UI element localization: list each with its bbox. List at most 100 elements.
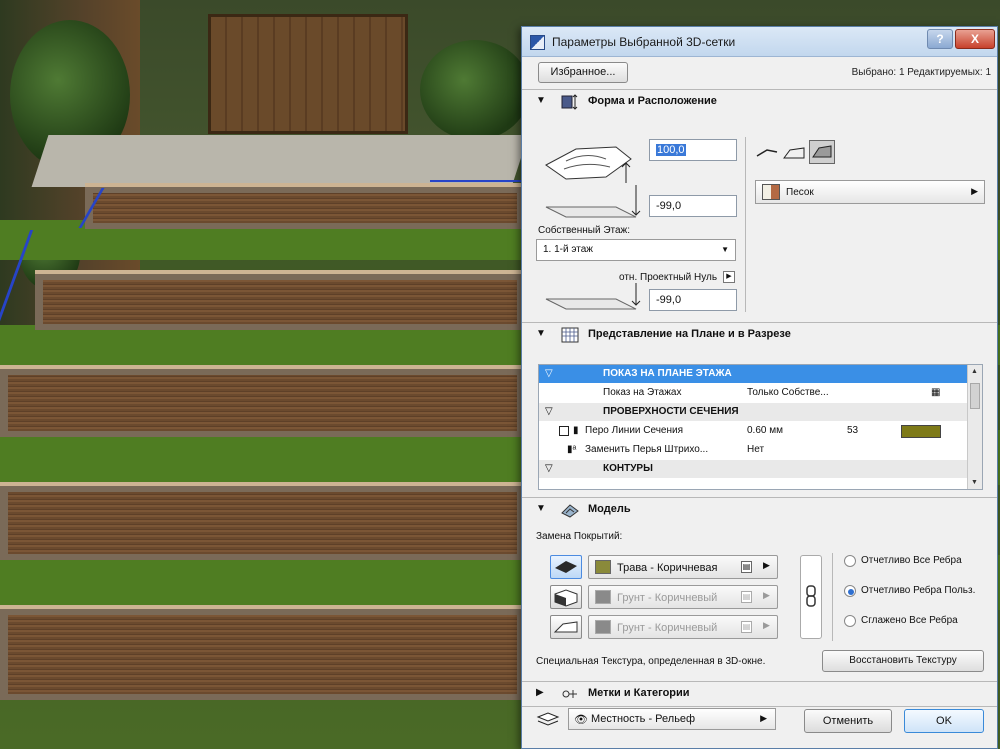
expand-triangle-icon: ▽ xyxy=(545,463,553,474)
favorites-row: Избранное... Выбрано: 1 Редактируемых: 1 xyxy=(522,59,997,85)
scroll-down-icon[interactable]: ▼ xyxy=(971,479,978,486)
grass-swatch-icon xyxy=(595,560,611,574)
side-surface-button[interactable] xyxy=(550,585,582,609)
reference-level-diagram-icon xyxy=(545,283,641,310)
tags-icon xyxy=(562,690,577,698)
mesh-open-icon[interactable] xyxy=(782,142,806,162)
section-model-title: Модель xyxy=(588,503,631,515)
pen-color-swatch[interactable] xyxy=(901,425,941,438)
pen-override-icon: ▮ᵃ xyxy=(567,444,577,455)
top-surface-button[interactable] xyxy=(550,555,582,579)
radio-dot[interactable] xyxy=(844,555,856,567)
radio-dot[interactable] xyxy=(844,615,856,627)
texture-note: Специальная Текстура, определенная в 3D-… xyxy=(536,656,766,667)
garden-bed xyxy=(0,482,525,560)
mesh-height-input[interactable]: 100,0 xyxy=(649,139,737,161)
section-tags-header[interactable]: ▶ Метки и Категории xyxy=(522,681,997,705)
home-story-label: Собственный Этаж: xyxy=(538,225,631,236)
home-story-dropdown[interactable]: 1. 1-й этаж ▼ xyxy=(536,239,736,261)
side-surface-material[interactable]: Грунт - Коричневый ▤ ▶ xyxy=(588,585,778,609)
radio-label: Отчетливо Ребра Польз. xyxy=(861,585,976,596)
radio-label: Сглажено Все Ребра xyxy=(861,615,958,626)
submenu-arrow-icon: ▶ xyxy=(760,713,767,723)
story-display-icon: ▦ xyxy=(931,387,941,398)
bottom-surface-button[interactable] xyxy=(550,615,582,639)
layer-dropdown[interactable]: 👁 Местность - Рельеф ▶ xyxy=(568,708,776,730)
table-row[interactable]: ▮ᵃ Заменить Перья Штрихо... Нет xyxy=(539,441,969,459)
row-value: 0.60 мм xyxy=(747,425,783,436)
section-model-header[interactable]: ▼ Модель xyxy=(522,497,997,521)
chain-link-toggle[interactable] xyxy=(800,555,822,639)
row-value: Только Собстве... xyxy=(747,387,829,398)
table-row[interactable]: ▮ Перо Линии Сечения 0.60 мм 53 xyxy=(539,422,969,440)
mesh-material-picker[interactable]: Песок ▶ xyxy=(755,180,985,204)
expand-triangle-icon[interactable]: ▶ xyxy=(536,687,544,698)
mesh-shape-icon xyxy=(561,94,578,110)
row-name: ПРОВЕРХНОСТИ СЕЧЕНИЯ xyxy=(603,406,739,417)
material-name: Грунт - Коричневый xyxy=(617,622,718,634)
reference-selector-arrow-icon[interactable]: ▶ xyxy=(723,271,735,283)
section-plan-header[interactable]: ▼ Представление на Плане и в Разрезе xyxy=(522,322,997,346)
row-value: Нет xyxy=(747,444,765,455)
pen-icon: ▮ xyxy=(573,425,579,436)
close-button[interactable]: X xyxy=(955,29,995,49)
override-surfaces-label: Замена Покрытий: xyxy=(536,531,623,542)
row-extra: 53 xyxy=(847,425,859,436)
section-shape-header[interactable]: ▼ Форма и Расположение xyxy=(522,89,997,113)
radio-dot[interactable] xyxy=(844,585,856,597)
soil-swatch-icon xyxy=(595,620,611,634)
top-surface-material[interactable]: Трава - Коричневая ▤ ▶ xyxy=(588,555,778,579)
row-name: Показ на Этажах xyxy=(603,387,682,398)
garden-bed xyxy=(85,183,525,229)
help-button[interactable]: ? xyxy=(927,29,953,49)
restore-texture-button[interactable]: Восстановить Текстуру xyxy=(822,650,984,672)
layer-value: Местность - Рельеф xyxy=(591,713,696,725)
divider xyxy=(745,137,746,312)
mesh-material-value: Песок xyxy=(786,187,814,198)
collapse-triangle-icon[interactable]: ▼ xyxy=(536,328,546,339)
dialog-title: Параметры Выбранной 3D-сетки xyxy=(552,35,736,49)
reference-offset-input[interactable]: -99,0 xyxy=(649,289,737,311)
radio-label: Отчетливо Все Ребра xyxy=(861,555,962,566)
section-tags-title: Метки и Категории xyxy=(588,687,690,699)
collapse-triangle-icon[interactable]: ▼ xyxy=(536,503,546,514)
layers-icon xyxy=(536,712,560,726)
section-shape-title: Форма и Расположение xyxy=(588,95,717,107)
selection-info: Выбрано: 1 Редактируемых: 1 xyxy=(851,67,991,78)
row-name: Заменить Перья Штрихо... xyxy=(585,444,709,455)
mesh-height-value: 100,0 xyxy=(656,144,686,156)
submenu-arrow-icon: ▶ xyxy=(763,620,770,630)
cancel-button[interactable]: Отменить xyxy=(804,709,892,733)
mesh-selection-edge xyxy=(430,180,525,182)
submenu-arrow-icon: ▶ xyxy=(763,590,770,600)
material-lock-icon: ▤ xyxy=(741,591,752,603)
table-row[interactable]: ▽ ПОКАЗ НА ПЛАНЕ ЭТАЖА xyxy=(539,365,969,383)
mesh-offset-input[interactable]: -99,0 xyxy=(649,195,737,217)
dialog-titlebar[interactable]: Параметры Выбранной 3D-сетки ? X xyxy=(522,27,997,57)
slope-line-icon[interactable] xyxy=(755,142,779,162)
ok-button[interactable]: OK xyxy=(904,709,984,733)
row-name: КОНТУРЫ xyxy=(603,463,653,474)
archicad-app-icon xyxy=(530,35,545,50)
table-row[interactable]: Показ на Этажах Только Собстве... ▦ xyxy=(539,384,969,402)
table-row[interactable]: ▽ КОНТУРЫ xyxy=(539,460,969,478)
collapse-triangle-icon[interactable]: ▼ xyxy=(536,95,546,106)
table-row[interactable]: ▽ ПРОВЕРХНОСТИ СЕЧЕНИЯ xyxy=(539,403,969,421)
mesh-base-diagram-icon xyxy=(545,185,641,218)
mesh-settings-dialog: Параметры Выбранной 3D-сетки ? X Избранн… xyxy=(521,26,998,749)
divider xyxy=(522,706,997,707)
material-swatch-icon xyxy=(762,184,780,200)
plan-settings-table[interactable]: ▽ ПОКАЗ НА ПЛАНЕ ЭТАЖА Показ на Этажах Т… xyxy=(538,364,983,490)
checkbox-icon[interactable] xyxy=(559,426,569,436)
divider xyxy=(832,553,833,641)
mesh-solid-icon[interactable] xyxy=(809,140,835,164)
scroll-thumb[interactable] xyxy=(970,383,980,409)
garden-bed xyxy=(0,605,525,700)
scroll-up-icon[interactable]: ▲ xyxy=(971,368,978,375)
table-scrollbar[interactable]: ▲ ▼ xyxy=(967,365,982,489)
scene-shed xyxy=(208,14,408,134)
row-name: ПОКАЗ НА ПЛАНЕ ЭТАЖА xyxy=(603,368,732,379)
bottom-surface-material[interactable]: Грунт - Коричневый ▤ ▶ xyxy=(588,615,778,639)
favorites-button[interactable]: Избранное... xyxy=(538,62,628,83)
material-name: Трава - Коричневая xyxy=(617,562,718,574)
